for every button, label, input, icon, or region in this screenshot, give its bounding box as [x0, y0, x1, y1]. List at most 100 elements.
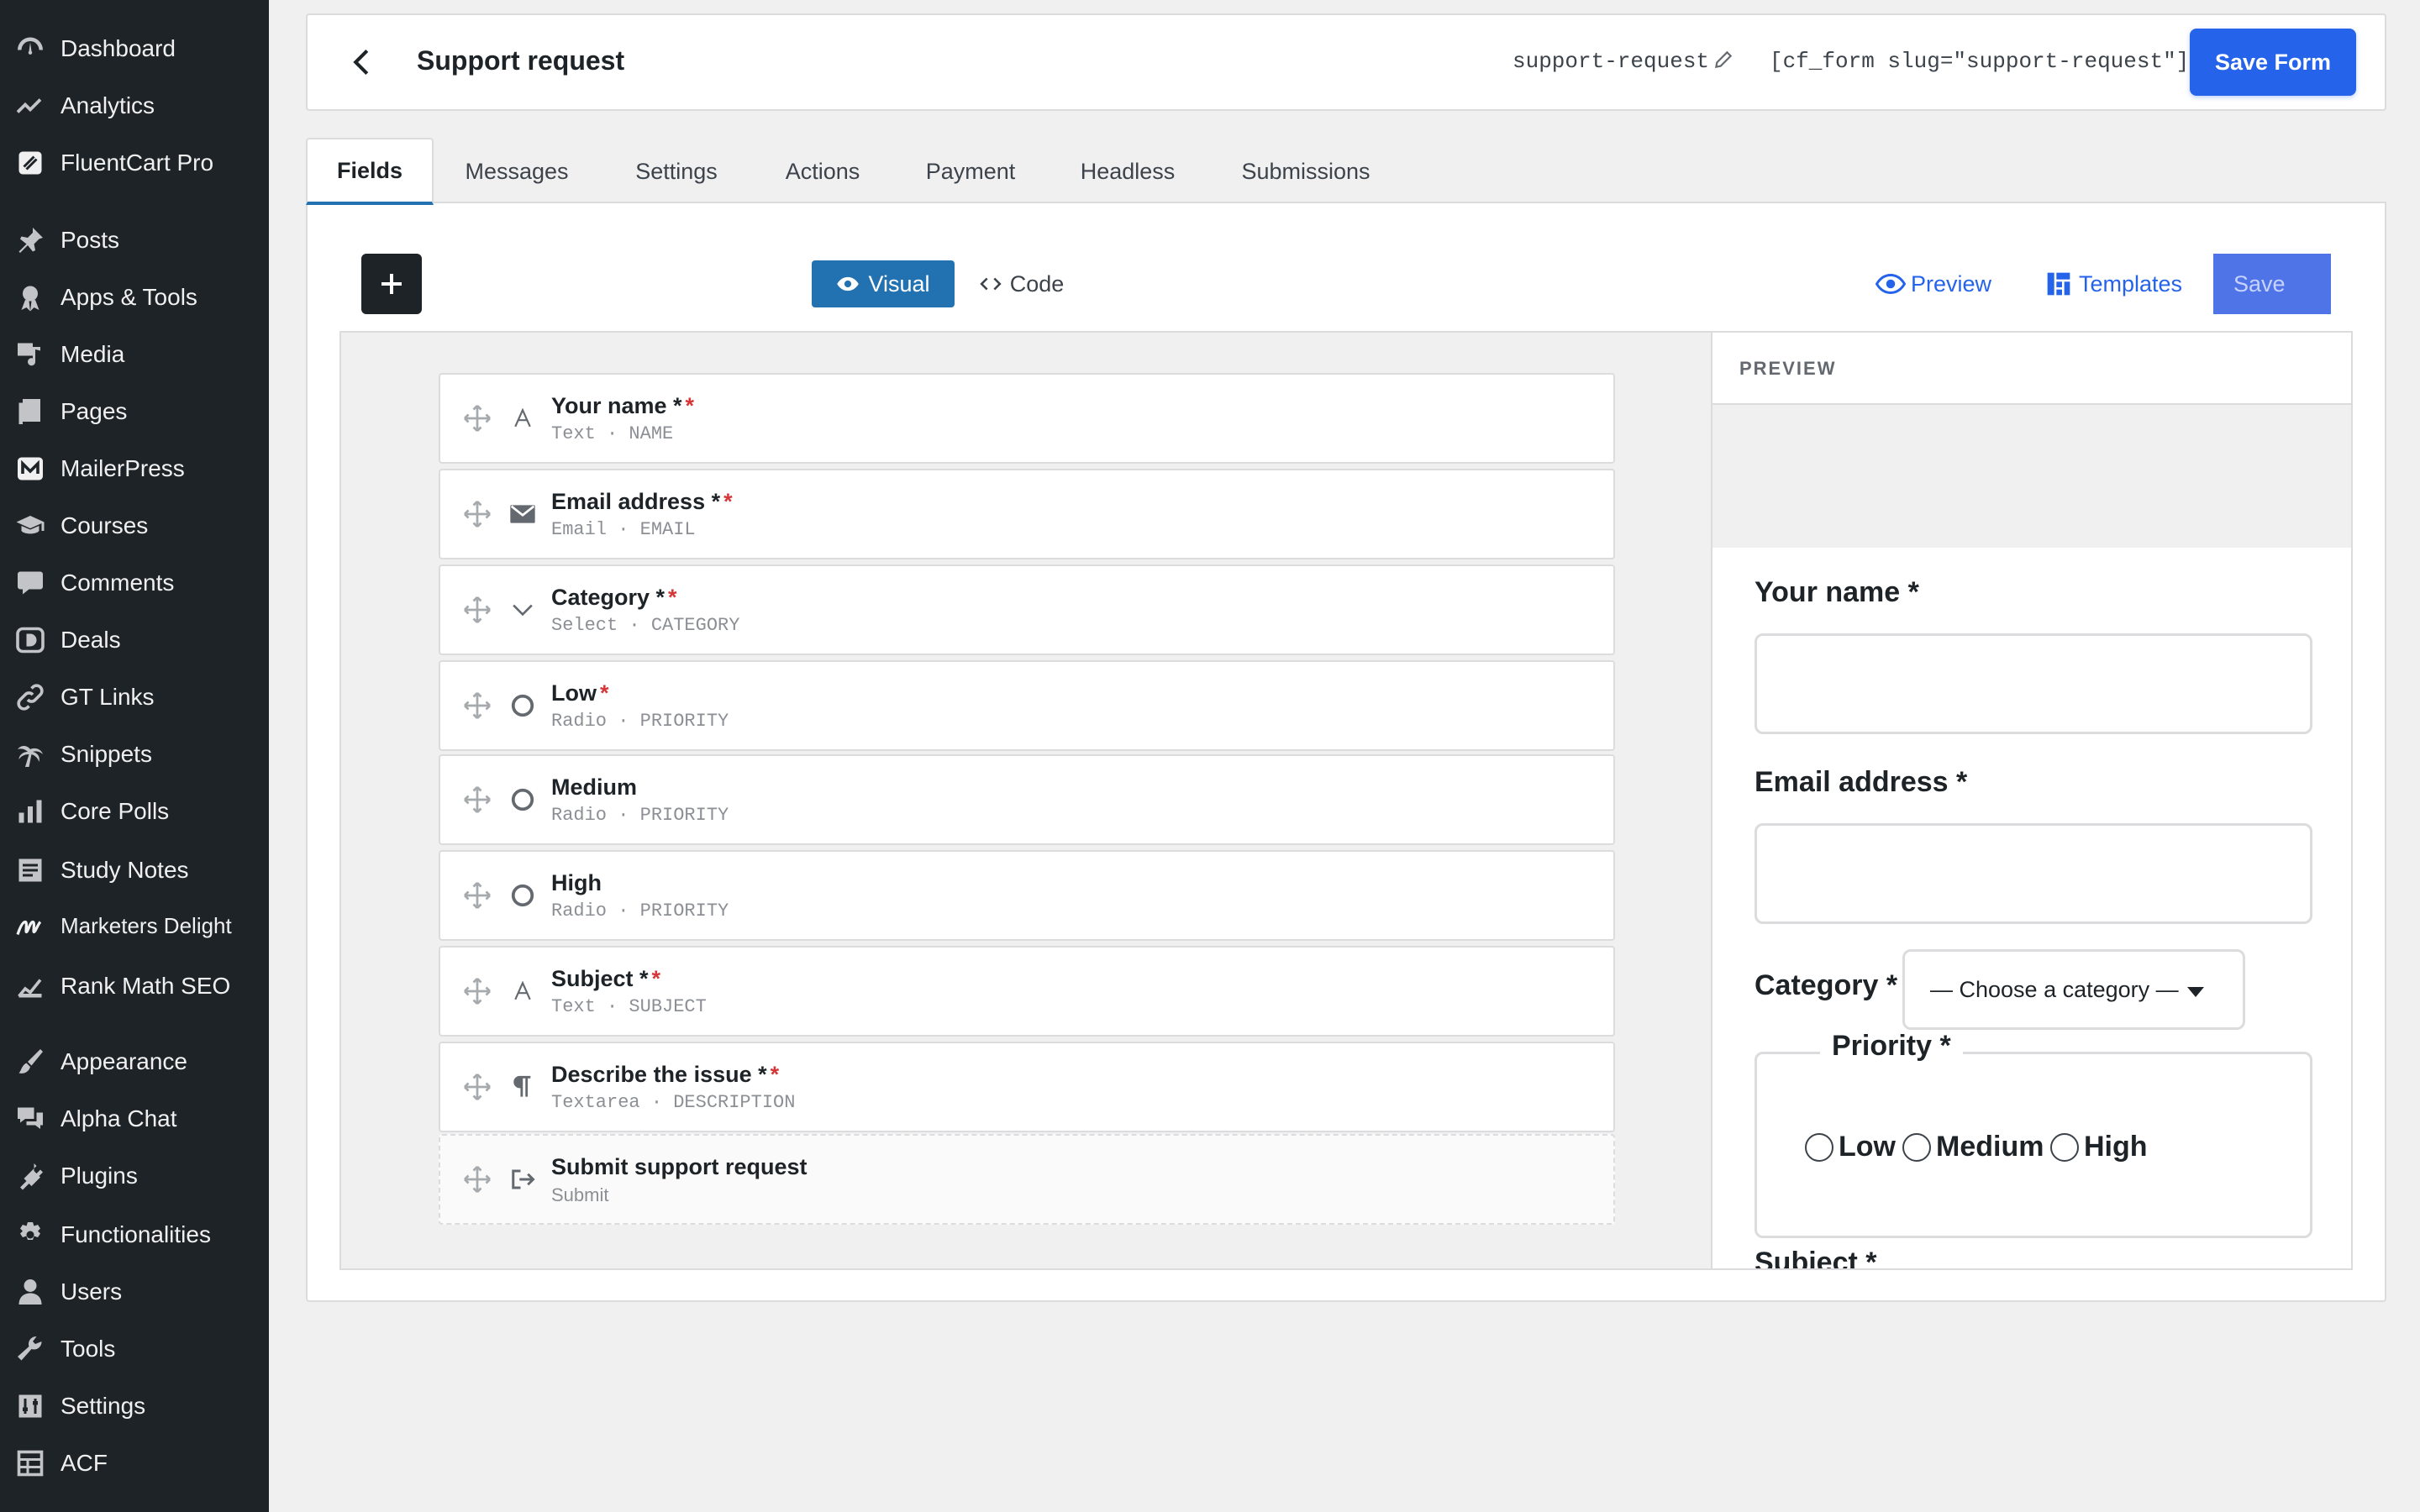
sidebar-item-gt-links[interactable]: GT Links	[0, 672, 269, 722]
field-row-category[interactable]: Category * * Select · CATEGORY	[439, 564, 1615, 655]
drag-handle-icon[interactable]	[462, 976, 492, 1006]
settings-sliders-icon	[13, 1389, 47, 1423]
field-label: Low *	[551, 680, 609, 706]
preview-name-label: Your name *	[1754, 576, 1919, 608]
paragraph-icon	[506, 1070, 539, 1104]
preview-priority-legend: Priority *	[1820, 1030, 1963, 1063]
sidebar-item-pages[interactable]: Pages	[0, 386, 269, 437]
preview-category-label: Category *	[1754, 969, 1898, 1001]
sidebar-item-analytics[interactable]: Analytics	[0, 81, 269, 131]
radio-circle[interactable]	[1902, 1132, 1931, 1162]
code-mode-button[interactable]: Code	[971, 260, 1072, 307]
marketers-delight-icon	[13, 909, 47, 942]
sidebar-item-deals[interactable]: Deals	[0, 615, 269, 665]
radio-label: Low	[1839, 1131, 1896, 1163]
tab-settings[interactable]: Settings	[622, 138, 731, 205]
drag-handle-icon[interactable]	[462, 1164, 492, 1194]
field-row-low[interactable]: Low * Radio · PRIORITY	[439, 660, 1615, 751]
sidebar-item-study-notes[interactable]: Study Notes	[0, 845, 269, 895]
field-label: Describe the issue * *	[551, 1062, 780, 1087]
field-row-high[interactable]: High Radio · PRIORITY	[439, 850, 1615, 941]
field-row-your-name[interactable]: Your name * * Text · NAME	[439, 373, 1615, 464]
drag-handle-icon[interactable]	[462, 690, 492, 721]
drag-handle-icon[interactable]	[462, 785, 492, 815]
radio-circle[interactable]	[1805, 1132, 1833, 1162]
sidebar-item-label: Apps & Tools	[60, 284, 197, 310]
preview-email-input[interactable]	[1754, 823, 2312, 924]
sidebar-item-core-polls[interactable]: Core Polls	[0, 786, 269, 837]
gear-icon	[13, 1218, 47, 1252]
form-shortcode[interactable]: [cf_form slug="support-request"]	[1770, 49, 2189, 74]
sidebar-item-snippets[interactable]: Snippets	[0, 729, 269, 780]
sidebar-item-tools[interactable]: Tools	[0, 1324, 269, 1374]
palm-tree-icon	[13, 738, 47, 771]
save-form-button[interactable]: Save Form	[2190, 29, 2356, 96]
sidebar-item-acf[interactable]: ACF	[0, 1438, 269, 1488]
sidebar-item-apps-tools[interactable]: Apps & Tools	[0, 272, 269, 323]
tab-headless[interactable]: Headless	[1065, 138, 1190, 205]
preview-radio-high[interactable]: High	[2050, 1131, 2148, 1163]
sidebar-item-settings[interactable]: Settings	[0, 1381, 269, 1431]
category-select-value: — Choose a category —	[1930, 976, 2179, 1002]
back-button[interactable]	[345, 44, 378, 81]
preview-button[interactable]: Preview	[1876, 265, 1991, 302]
sidebar-item-mailerpress[interactable]: MailerPress	[0, 444, 269, 494]
sidebar-item-posts[interactable]: Posts	[0, 215, 269, 265]
preview-radio-medium[interactable]: Medium	[1902, 1131, 2044, 1163]
templates-button[interactable]: Templates	[2045, 265, 2182, 302]
sidebar-item-label: MailerPress	[60, 455, 185, 481]
preview-header: PREVIEW	[1712, 333, 2351, 405]
sidebar-item-media[interactable]: Media	[0, 329, 269, 380]
sidebar-item-alpha-chat[interactable]: Alpha Chat	[0, 1094, 269, 1144]
sidebar-item-marketers-delight[interactable]: Marketers Delight	[0, 900, 269, 951]
save-button[interactable]: Save	[2213, 254, 2331, 314]
graduation-cap-icon	[13, 509, 47, 543]
sidebar-item-plugins[interactable]: Plugins	[0, 1151, 269, 1201]
drag-handle-icon[interactable]	[462, 595, 492, 625]
field-row-submit[interactable]: Submit support request Submit	[439, 1134, 1615, 1225]
sidebar-item-rank-math-seo[interactable]: Rank Math SEO	[0, 961, 269, 1011]
sidebar-item-label: ACF	[60, 1450, 108, 1476]
preview-name-input[interactable]	[1754, 633, 2312, 734]
sidebar-item-appearance[interactable]: Appearance	[0, 1037, 269, 1087]
wrench-icon	[13, 1332, 47, 1366]
preview-heading: PREVIEW	[1739, 358, 1837, 379]
tab-messages[interactable]: Messages	[447, 138, 587, 205]
field-row-email-address[interactable]: Email address * * Email · EMAIL	[439, 469, 1615, 559]
sidebar-item-functionalities[interactable]: Functionalities	[0, 1210, 269, 1260]
sidebar-item-label: Study Notes	[60, 857, 189, 883]
deals-icon	[13, 623, 47, 657]
admin-sidebar: Dashboard Analytics FluentCart Pro Posts…	[0, 0, 269, 1512]
drag-handle-icon[interactable]	[462, 880, 492, 911]
analytics-icon	[13, 89, 47, 123]
sidebar-item-dashboard[interactable]: Dashboard	[0, 24, 269, 74]
sidebar-item-users[interactable]: Users	[0, 1267, 269, 1317]
radio-circle[interactable]	[2050, 1132, 2079, 1162]
add-field-button[interactable]	[361, 254, 422, 314]
field-label: Category * *	[551, 585, 677, 610]
rank-math-icon	[13, 969, 47, 1003]
drag-handle-icon[interactable]	[462, 499, 492, 529]
sidebar-item-label: Courses	[60, 512, 149, 538]
sidebar-item-comments[interactable]: Comments	[0, 558, 269, 608]
tab-submissions[interactable]: Submissions	[1228, 138, 1383, 205]
pencil-icon[interactable]	[1712, 49, 1738, 74]
preview-radio-low[interactable]: Low	[1805, 1131, 1896, 1163]
field-row-subject[interactable]: Subject * * Text · SUBJECT	[439, 946, 1615, 1037]
drag-handle-icon[interactable]	[462, 403, 492, 433]
tab-actions[interactable]: Actions	[771, 138, 874, 205]
tab-payment[interactable]: Payment	[916, 138, 1025, 205]
eye-icon	[1876, 273, 1906, 295]
sidebar-item-fluentcart-pro[interactable]: FluentCart Pro	[0, 138, 269, 188]
preview-category-select[interactable]: — Choose a category —	[1902, 949, 2245, 1030]
sidebar-item-label: Deals	[60, 627, 121, 653]
visual-mode-button[interactable]: Visual	[812, 260, 955, 307]
sidebar-item-courses[interactable]: Courses	[0, 501, 269, 551]
field-row-describe-issue[interactable]: Describe the issue * * Textarea · DESCRIP…	[439, 1042, 1615, 1132]
preview-pane: PREVIEW Your name * Email address * Cate…	[1711, 333, 2351, 1268]
drag-handle-icon[interactable]	[462, 1072, 492, 1102]
field-label: Email address * *	[551, 489, 733, 514]
award-icon	[13, 281, 47, 314]
tab-fields[interactable]: Fields	[306, 138, 434, 205]
field-row-medium[interactable]: Medium Radio · PRIORITY	[439, 754, 1615, 845]
